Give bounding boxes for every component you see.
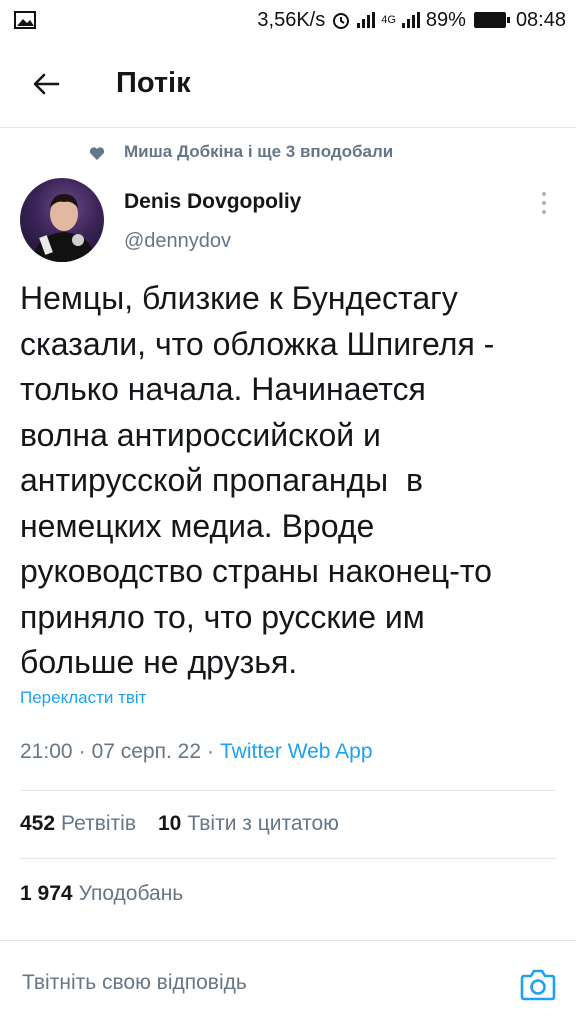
social-context[interactable]: Миша Добкіна і ще 3 вподобали bbox=[89, 142, 394, 162]
status-bar: 3,56K/s 4G 89% 08:48 bbox=[0, 0, 576, 40]
author-handle[interactable]: @dennydov bbox=[124, 230, 231, 253]
alarm-clock-icon bbox=[333, 13, 350, 29]
avatar[interactable] bbox=[20, 178, 104, 262]
social-context-text: Миша Добкіна і ще 3 вподобали bbox=[124, 142, 394, 161]
likes-count: 1 974 bbox=[20, 882, 73, 905]
signal-icon-2 bbox=[401, 12, 420, 28]
camera-icon bbox=[520, 969, 556, 1001]
reply-input[interactable]: Твітніть свою відповідь bbox=[22, 971, 247, 995]
quotes-label: Твіти з цитатою bbox=[187, 812, 339, 835]
source-app-link[interactable]: Twitter Web App bbox=[220, 740, 373, 764]
battery-percent: 89% bbox=[425, 8, 466, 31]
retweet-stats: 452 Ретвітів 10 Твіти з цитатою bbox=[20, 812, 339, 836]
quotes-count: 10 bbox=[158, 812, 182, 835]
network-speed: 3,56K/s bbox=[257, 8, 326, 31]
tweet-metadata: 21:00 · 07 серп. 22 · Twitter Web App bbox=[20, 740, 373, 764]
retweets-stat[interactable]: 452 Ретвітів bbox=[20, 812, 136, 836]
avatar-photo bbox=[32, 194, 96, 262]
camera-button[interactable] bbox=[520, 967, 556, 1001]
divider bbox=[20, 790, 556, 791]
back-button[interactable] bbox=[20, 58, 72, 110]
reply-bar: Твітніть свою відповідь bbox=[0, 940, 576, 1024]
likes-stats[interactable]: 1 974 Уподобань bbox=[20, 882, 183, 906]
quotes-stat[interactable]: 10 Твіти з цитатою bbox=[158, 812, 339, 836]
top-app-bar: Потік bbox=[0, 40, 576, 128]
likes-label: Уподобань bbox=[78, 882, 184, 905]
meta-separator: · bbox=[207, 740, 215, 763]
clock: 08:48 bbox=[515, 8, 566, 31]
heart-icon bbox=[89, 147, 105, 160]
page-title: Потік bbox=[116, 67, 191, 99]
tweet-time: 21:00 bbox=[20, 740, 73, 763]
signal-icon bbox=[357, 12, 376, 28]
translate-tweet-link[interactable]: Перекласти твіт bbox=[20, 688, 146, 708]
image-icon bbox=[14, 11, 36, 29]
arrow-left-icon bbox=[33, 73, 60, 94]
more-vertical-icon[interactable] bbox=[536, 190, 552, 216]
divider bbox=[20, 858, 556, 859]
battery-icon bbox=[473, 12, 510, 28]
author-name[interactable]: Denis Dovgopoliy bbox=[124, 190, 301, 214]
tweet-date: 07 серп. 22 bbox=[91, 740, 202, 763]
meta-separator: · bbox=[78, 740, 86, 763]
retweets-count: 452 bbox=[20, 812, 56, 835]
retweets-label: Ретвітів bbox=[61, 812, 136, 835]
tweet-text: Немцы, близкие к Бундестагу сказали, что… bbox=[20, 280, 495, 680]
network-type: 4G bbox=[381, 14, 396, 26]
